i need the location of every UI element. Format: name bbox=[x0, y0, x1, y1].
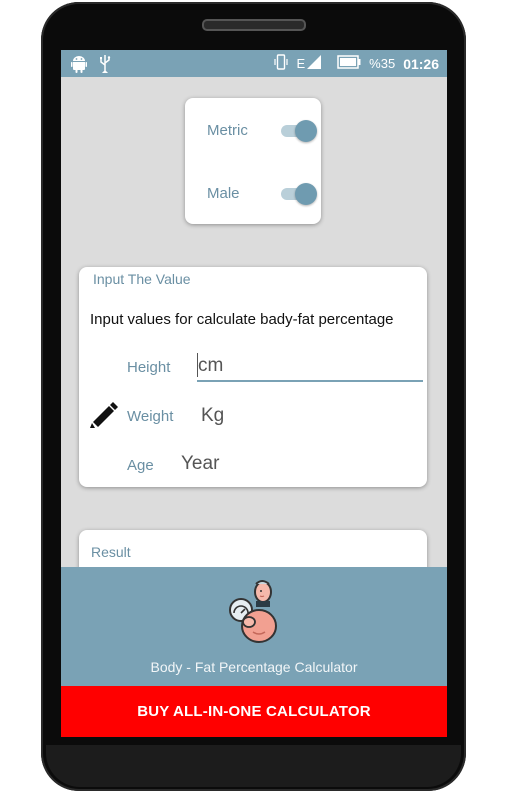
male-label: Male bbox=[207, 185, 240, 202]
input-card-title: Input The Value bbox=[93, 271, 191, 287]
status-bar: E %35 01:26 bbox=[61, 50, 447, 77]
metric-label: Metric bbox=[207, 122, 248, 139]
phone-chin bbox=[46, 745, 461, 787]
buy-calculator-button[interactable]: BUY ALL-IN-ONE CALCULATOR bbox=[61, 686, 447, 737]
android-icon bbox=[71, 55, 87, 78]
instruction-text: Input values for calculate bady-fat perc… bbox=[90, 311, 394, 328]
app-screen: E %35 01:26 Metric Male Input The Value … bbox=[61, 50, 447, 737]
height-label: Height bbox=[127, 359, 171, 376]
result-title: Result bbox=[91, 544, 131, 560]
pencil-icon bbox=[89, 401, 119, 429]
mascot-logo bbox=[219, 576, 291, 648]
battery-percent: %35 bbox=[369, 56, 396, 71]
phone-speaker bbox=[202, 19, 306, 31]
height-input-underline bbox=[197, 380, 423, 382]
battery-icon bbox=[337, 55, 361, 72]
input-card bbox=[79, 267, 427, 487]
usb-icon bbox=[99, 55, 111, 78]
height-input[interactable]: cm bbox=[198, 355, 223, 377]
age-input[interactable]: Year bbox=[181, 453, 219, 475]
signal-icon bbox=[307, 55, 322, 72]
weight-input[interactable]: Kg bbox=[201, 405, 224, 427]
clock: 01:26 bbox=[403, 55, 439, 72]
male-toggle-row: Male bbox=[207, 183, 317, 207]
metric-toggle-row: Metric bbox=[207, 120, 317, 144]
network-type: E bbox=[296, 56, 306, 71]
age-label: Age bbox=[127, 457, 154, 474]
app-name: Body - Fat Percentage Calculator bbox=[150, 659, 358, 675]
settings-card: Metric Male bbox=[185, 98, 321, 224]
male-switch[interactable] bbox=[281, 183, 317, 205]
weight-label: Weight bbox=[127, 408, 174, 425]
vibrate-icon bbox=[274, 54, 289, 73]
text-cursor bbox=[197, 353, 198, 377]
metric-switch[interactable] bbox=[281, 120, 317, 142]
